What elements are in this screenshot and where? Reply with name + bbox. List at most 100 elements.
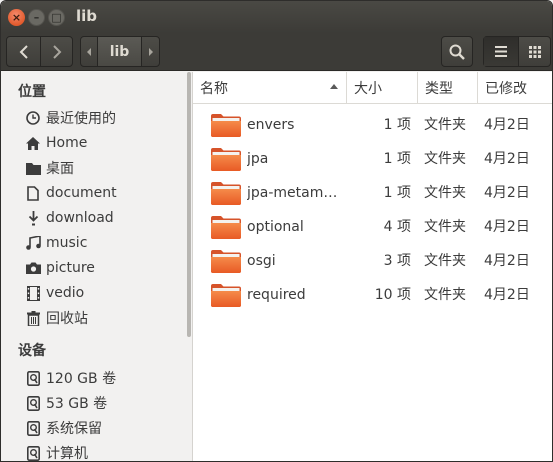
column-header-name[interactable]: 名称 [193,72,347,104]
column-header-label: 大小 [354,81,382,97]
nav-button-group [6,36,73,67]
sidebar-item-label: music [46,235,88,251]
table-row[interactable]: osgi 3 项文件夹 4月2日 [193,244,552,278]
sidebar-item-label: download [46,210,114,226]
folder-icon [210,181,242,206]
sidebar-item-label: document [46,185,117,201]
table-row[interactable]: jpa-metam… 1 项文件夹 4月2日 [193,176,552,210]
sidebar-item-music[interactable]: music [25,232,185,254]
file-size: 1 项 [383,151,411,167]
file-modified: 4月2日 [484,253,530,269]
sidebar-item-drive-53gb[interactable]: 53 GB 卷 [25,392,185,414]
column-header-size[interactable]: 大小 [347,72,418,104]
sidebar-item-drive-120gb[interactable]: 120 GB 卷 [25,367,185,389]
trash-icon [25,310,41,326]
sidebar-item-download[interactable]: download [25,207,185,229]
back-button[interactable] [7,37,40,66]
file-size: 1 项 [383,185,411,201]
sidebar-item-recent[interactable]: 最近使用的 [25,107,185,129]
search-button[interactable] [442,37,472,66]
drive-icon [25,395,41,411]
sidebar-item-label: 桌面 [46,161,74,177]
column-header-modified[interactable]: 已修改 [478,72,552,104]
file-modified: 4月2日 [484,151,530,167]
drive-icon [25,370,41,386]
view-switcher [483,36,551,67]
maximize-button[interactable]: □ [48,9,65,26]
sidebar-item-label: 系统保留 [46,421,102,437]
minimize-icon: – [33,11,40,24]
sidebar-item-computer[interactable]: 计算机 [25,442,185,461]
sidebar-item-label: 53 GB 卷 [46,396,108,412]
maximize-icon: □ [51,11,62,24]
sidebar-scrollbar[interactable] [187,72,191,337]
folder-icon [210,147,242,172]
sidebar-item-label: 回收站 [46,311,88,327]
column-header-label: 类型 [425,81,453,97]
grid-view-button[interactable] [518,37,550,66]
list-view-icon [495,46,507,57]
folder-icon [210,249,242,274]
minimize-button[interactable]: – [28,9,45,26]
forward-button[interactable] [40,37,72,66]
music-icon [25,235,41,251]
desktop-folder-icon [25,160,41,176]
file-size: 10 项 [374,287,411,303]
clock-icon [25,110,41,126]
breadcrumb-scroll-left[interactable] [81,37,97,66]
file-type: 文件夹 [424,185,466,201]
table-row[interactable]: optional 4 项文件夹 4月2日 [193,210,552,244]
file-size: 4 项 [383,219,411,235]
sidebar-item-vedio[interactable]: vedio [25,282,185,304]
sidebar-item-trash[interactable]: 回收站 [25,307,185,329]
small-left-arrow-icon [86,47,91,56]
file-type: 文件夹 [424,219,466,235]
close-icon: × [11,11,22,24]
sidebar-item-picture[interactable]: picture [25,257,185,279]
camera-icon [25,260,41,276]
file-modified: 4月2日 [484,287,530,303]
toolbar: lib [1,33,552,71]
title-bar[interactable]: × – □ lib [1,1,552,33]
file-manager-window: × – □ lib lib 位置 最近使用的 Home 桌面 document … [0,0,553,462]
drive-icon [25,445,41,461]
search-icon [449,44,465,60]
list-view-button[interactable] [484,37,518,66]
breadcrumb-scroll-right[interactable] [141,37,159,66]
column-header-row: 名称 大小 类型 已修改 [193,72,552,104]
sidebar-item-label: vedio [46,285,85,301]
table-row[interactable]: jpa 1 项文件夹 4月2日 [193,142,552,176]
sort-ascending-icon [330,84,338,89]
close-button[interactable]: × [8,9,25,26]
file-type: 文件夹 [424,287,466,303]
file-modified: 4月2日 [484,185,530,201]
folder-icon [210,113,242,138]
small-right-arrow-icon [149,47,153,56]
column-header-label: 已修改 [485,81,527,97]
search-button-group [441,36,473,67]
file-name: required [247,287,306,303]
file-list: 名称 大小 类型 已修改 envers 1 项文件夹 4月2日 jpa 1 项文件夹 4月… [193,72,552,461]
table-row[interactable]: required 10 项文件夹 4月2日 [193,278,552,312]
sidebar-item-label: picture [46,260,95,276]
table-row[interactable]: envers 1 项文件夹 4月2日 [193,108,552,142]
column-header-type[interactable]: 类型 [418,72,478,104]
file-type: 文件夹 [424,253,466,269]
drive-icon [25,420,41,436]
breadcrumb-label: lib [109,43,130,60]
sidebar-item-system-reserved[interactable]: 系统保留 [25,417,185,439]
file-type: 文件夹 [424,151,466,167]
file-size: 1 项 [383,117,411,133]
sidebar-item-label: Home [46,135,88,151]
breadcrumb-item-lib[interactable]: lib [97,37,141,66]
sidebar-item-home[interactable]: Home [25,132,185,154]
file-modified: 4月2日 [484,219,530,235]
file-name: jpa-metam… [247,185,338,201]
file-type: 文件夹 [424,117,466,133]
file-modified: 4月2日 [484,117,530,133]
folder-icon [210,215,242,240]
sidebar: 位置 最近使用的 Home 桌面 document download music… [1,72,193,461]
sidebar-item-document[interactable]: document [25,182,185,204]
sidebar-item-desktop[interactable]: 桌面 [25,157,185,179]
folder-icon [210,283,242,308]
